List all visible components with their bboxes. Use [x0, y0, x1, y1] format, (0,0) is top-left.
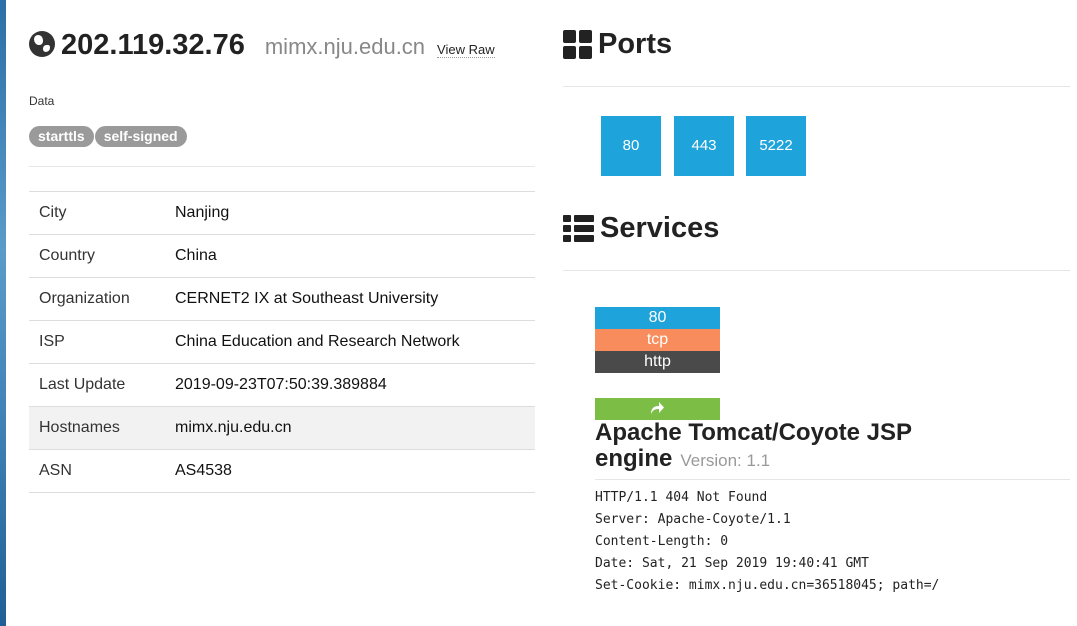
service-protocol-label: http: [595, 351, 720, 373]
product-version: Version: 1.1: [680, 451, 771, 470]
divider: [563, 86, 1070, 87]
service-open-link-button[interactable]: [595, 398, 720, 420]
list-icon: [563, 215, 594, 242]
globe-icon: [29, 31, 55, 57]
ports-title: Ports: [598, 28, 673, 60]
banner-line: HTTP/1.1 404 Not Found: [595, 490, 768, 505]
row-key: Organization: [29, 277, 175, 321]
table-row-isp: ISP China Education and Research Network: [29, 320, 535, 364]
row-value: CERNET2 IX at Southeast University: [175, 277, 535, 321]
share-arrow-icon: [651, 402, 664, 414]
row-key: ASN: [29, 449, 175, 493]
banner-line: Content-Length: 0: [595, 534, 729, 549]
service-banner: HTTP/1.1 404 Not Found Server: Apache-Coy…: [595, 487, 939, 597]
service-product: Apache Tomcat/Coyote JSP engine Version: …: [595, 420, 975, 474]
row-value: AS4538: [175, 449, 535, 493]
view-raw-link[interactable]: View Raw: [437, 42, 495, 58]
divider: [29, 166, 535, 167]
services-title: Services: [600, 212, 720, 244]
banner-line: Date: Sat, 21 Sep 2019 19:40:41 GMT: [595, 556, 869, 571]
tag-starttls[interactable]: starttls: [29, 126, 94, 147]
service-port-label: 80: [595, 307, 720, 329]
row-value: Nanjing: [175, 191, 535, 235]
row-key: ISP: [29, 320, 175, 364]
row-key: Last Update: [29, 363, 175, 407]
row-value: China Education and Research Network: [175, 320, 535, 364]
grid-icon: [563, 30, 592, 59]
services-heading: Services: [563, 212, 719, 245]
table-row-last-update: Last Update 2019-09-23T07:50:39.389884: [29, 363, 535, 407]
tag-list: starttls self-signed: [29, 126, 188, 147]
ip-header: 202.119.32.76 mimx.nju.edu.cn View Raw: [29, 28, 495, 62]
row-value: 2019-09-23T07:50:39.389884: [175, 363, 535, 407]
ports-heading: Ports: [563, 28, 672, 61]
row-value: China: [175, 234, 535, 278]
row-key: City: [29, 191, 175, 235]
banner-line: Server: Apache-Coyote/1.1: [595, 512, 791, 527]
table-row-hostnames: Hostnames mimx.nju.edu.cn: [29, 406, 535, 450]
hostname: mimx.nju.edu.cn: [264, 34, 426, 59]
port-5222-button[interactable]: 5222: [746, 116, 806, 176]
row-key: Country: [29, 234, 175, 278]
desktop-edge-strip: [0, 0, 6, 626]
table-row-city: City Nanjing: [29, 191, 535, 235]
table-row-country: Country China: [29, 234, 535, 278]
port-80-button[interactable]: 80: [601, 116, 661, 176]
table-row-organization: Organization CERNET2 IX at Southeast Uni…: [29, 277, 535, 321]
ip-address: 202.119.32.76: [61, 29, 245, 61]
port-443-button[interactable]: 443: [674, 116, 734, 176]
row-value[interactable]: mimx.nju.edu.cn: [175, 406, 535, 450]
divider: [563, 270, 1070, 271]
banner-line: Set-Cookie: mimx.nju.edu.cn=36518045; pa…: [595, 578, 940, 593]
tag-self-signed[interactable]: self-signed: [94, 126, 187, 147]
service-transport-label: tcp: [595, 329, 720, 351]
divider: [595, 479, 1070, 480]
table-row-asn: ASN AS4538: [29, 449, 535, 493]
row-key: Hostnames: [29, 406, 175, 450]
data-label: Data: [29, 94, 55, 108]
host-info-table: City Nanjing Country China Organization …: [29, 191, 535, 493]
